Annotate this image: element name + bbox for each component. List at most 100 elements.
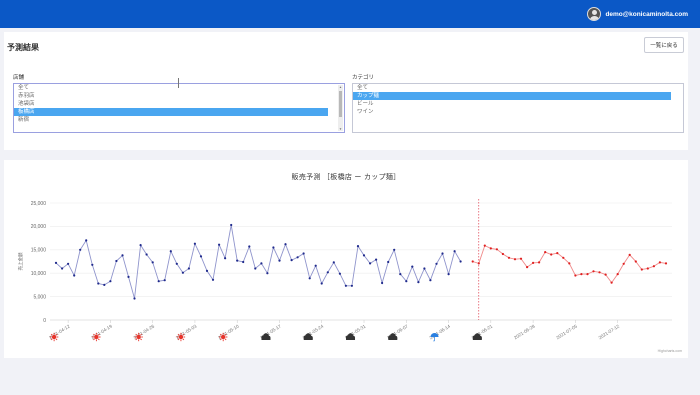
actual-point[interactable] bbox=[423, 267, 426, 270]
actual-point[interactable] bbox=[224, 257, 227, 260]
actual-point[interactable] bbox=[356, 245, 360, 248]
store-option[interactable]: 全て bbox=[14, 84, 328, 92]
store-option[interactable]: 赤羽店 bbox=[14, 92, 328, 100]
actual-point[interactable] bbox=[266, 272, 269, 275]
forecast-point[interactable] bbox=[550, 253, 553, 256]
actual-point[interactable] bbox=[97, 282, 100, 285]
category-option-selected[interactable]: カップ麺 bbox=[353, 92, 671, 100]
actual-point[interactable] bbox=[278, 259, 281, 262]
forecast-point[interactable] bbox=[471, 260, 474, 263]
scroll-up-icon[interactable]: ▲ bbox=[338, 85, 343, 89]
forecast-point[interactable] bbox=[526, 266, 529, 269]
actual-point[interactable] bbox=[133, 297, 136, 300]
actual-point[interactable] bbox=[218, 243, 221, 246]
actual-point[interactable] bbox=[411, 265, 414, 268]
forecast-point[interactable] bbox=[556, 252, 559, 255]
forecast-point[interactable] bbox=[495, 248, 498, 251]
actual-point[interactable] bbox=[369, 262, 372, 265]
actual-point[interactable] bbox=[169, 250, 172, 253]
actual-point[interactable] bbox=[429, 279, 432, 282]
back-to-list-button[interactable]: 一覧に戻る bbox=[644, 37, 684, 53]
forecast-point[interactable] bbox=[562, 256, 565, 259]
store-option-partial[interactable] bbox=[14, 124, 328, 127]
actual-point[interactable] bbox=[326, 271, 329, 274]
forecast-point[interactable] bbox=[634, 260, 637, 263]
actual-point[interactable] bbox=[230, 223, 233, 227]
actual-point[interactable] bbox=[85, 239, 88, 242]
actual-point[interactable] bbox=[387, 260, 390, 264]
actual-point[interactable] bbox=[447, 273, 450, 276]
avatar[interactable] bbox=[587, 7, 602, 21]
actual-point[interactable] bbox=[109, 280, 112, 283]
actual-point[interactable] bbox=[314, 264, 317, 267]
actual-point[interactable] bbox=[187, 267, 190, 270]
actual-point[interactable] bbox=[459, 260, 462, 263]
forecast-point[interactable] bbox=[622, 262, 625, 265]
actual-point[interactable] bbox=[145, 253, 148, 256]
actual-point[interactable] bbox=[211, 278, 215, 281]
actual-point[interactable] bbox=[350, 284, 353, 287]
actual-point[interactable] bbox=[175, 262, 178, 265]
actual-point[interactable] bbox=[375, 258, 378, 261]
user-email[interactable]: demo@konicaminolta.com bbox=[605, 11, 688, 18]
actual-point[interactable] bbox=[417, 281, 420, 284]
forecast-point[interactable] bbox=[519, 257, 523, 260]
actual-point[interactable] bbox=[163, 279, 166, 282]
actual-point[interactable] bbox=[362, 254, 366, 257]
actual-point[interactable] bbox=[272, 246, 275, 249]
actual-point[interactable] bbox=[320, 282, 323, 285]
sales-forecast-chart[interactable]: 0 5,000 10,000 15,000 20,000 25,000 売上金額 2021-0… bbox=[4, 160, 688, 358]
scrollbar-thumb[interactable] bbox=[339, 91, 342, 117]
forecast-point[interactable] bbox=[538, 261, 541, 264]
actual-point[interactable] bbox=[127, 275, 130, 278]
forecast-point[interactable] bbox=[580, 273, 583, 276]
category-select[interactable]: 全て カップ麺 ビール ワイン bbox=[352, 83, 684, 133]
actual-point[interactable] bbox=[332, 261, 335, 264]
forecast-point[interactable] bbox=[501, 252, 504, 256]
store-option[interactable]: 池袋店 bbox=[14, 100, 328, 108]
forecast-point[interactable] bbox=[646, 267, 649, 270]
actual-point[interactable] bbox=[290, 259, 293, 262]
forecast-point[interactable] bbox=[489, 247, 492, 250]
actual-point[interactable] bbox=[405, 280, 408, 283]
actual-point[interactable] bbox=[302, 252, 305, 255]
category-option[interactable]: 全て bbox=[353, 84, 671, 92]
store-option[interactable]: 新宿 bbox=[14, 116, 328, 124]
actual-point[interactable] bbox=[399, 273, 402, 276]
forecast-point[interactable] bbox=[610, 281, 613, 284]
actual-point[interactable] bbox=[260, 262, 263, 265]
actual-point[interactable] bbox=[435, 262, 438, 265]
forecast-point[interactable] bbox=[652, 265, 656, 268]
actual-point[interactable] bbox=[205, 269, 209, 272]
actual-point[interactable] bbox=[381, 281, 384, 285]
store-select-scrollbar[interactable]: ▲ ▼ bbox=[338, 85, 343, 131]
actual-point[interactable] bbox=[254, 267, 257, 270]
category-option[interactable]: ビール bbox=[353, 100, 671, 108]
forecast-point[interactable] bbox=[586, 273, 589, 276]
actual-point[interactable] bbox=[242, 260, 245, 264]
forecast-point[interactable] bbox=[507, 256, 511, 259]
forecast-point[interactable] bbox=[664, 262, 668, 265]
forecast-point[interactable] bbox=[477, 262, 480, 265]
category-option[interactable]: ワイン bbox=[353, 108, 671, 116]
actual-point[interactable] bbox=[284, 243, 287, 246]
forecast-point[interactable] bbox=[640, 268, 643, 271]
forecast-point[interactable] bbox=[592, 270, 595, 273]
actual-point[interactable] bbox=[453, 250, 456, 253]
actual-point[interactable] bbox=[54, 261, 58, 264]
forecast-point[interactable] bbox=[604, 273, 607, 276]
actual-point[interactable] bbox=[248, 245, 251, 248]
forecast-point[interactable] bbox=[532, 261, 535, 264]
actual-point[interactable] bbox=[79, 248, 82, 251]
actual-point[interactable] bbox=[441, 252, 444, 255]
forecast-point[interactable] bbox=[658, 261, 662, 264]
actual-point[interactable] bbox=[344, 284, 347, 287]
forecast-point[interactable] bbox=[513, 258, 517, 261]
actual-point[interactable] bbox=[296, 256, 299, 259]
forecast-point[interactable] bbox=[483, 244, 486, 247]
actual-point[interactable] bbox=[103, 283, 106, 286]
actual-point[interactable] bbox=[139, 244, 142, 247]
store-option-selected[interactable]: 板橋店 bbox=[14, 108, 328, 116]
actual-point[interactable] bbox=[67, 262, 70, 265]
store-select[interactable]: 全て 赤羽店 池袋店 板橋店 新宿 ▲ ▼ bbox=[13, 83, 345, 133]
